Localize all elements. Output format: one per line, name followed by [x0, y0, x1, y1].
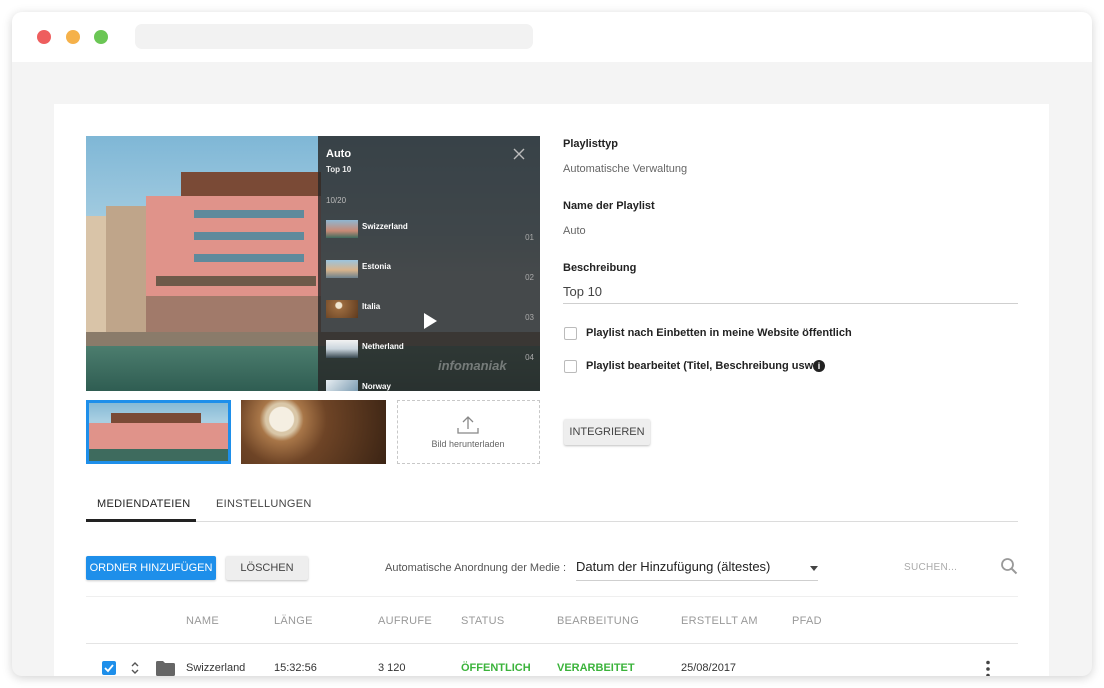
playlist-name-value: Auto — [563, 225, 586, 237]
overlay-item-thumbnail — [326, 300, 358, 318]
public-embed-checkbox[interactable] — [564, 327, 577, 340]
sort-select[interactable]: Datum der Hinzufügung (ältestes) — [576, 555, 818, 581]
column-header-name[interactable]: NAME — [186, 615, 219, 627]
playlist-name-label: Name der Playlist — [563, 200, 655, 212]
browser-window: Auto Top 10 10/20 Swizzerland 01 Estonia… — [12, 12, 1092, 676]
row-checkbox[interactable] — [102, 661, 116, 675]
cell-length: 15:32:56 — [274, 662, 317, 674]
sort-label: Automatische Anordnung der Medie : — [385, 562, 567, 574]
play-icon[interactable] — [422, 312, 438, 330]
overlay-item-thumbnail — [326, 380, 358, 391]
overlay-counter: 10/20 — [326, 196, 347, 205]
search-input[interactable]: SUCHEN... — [904, 562, 957, 573]
cell-processing: VERARBEITET — [557, 662, 635, 674]
overlay-item-number: 02 — [525, 273, 534, 282]
upload-image-area[interactable]: Bild herunterladen — [397, 400, 540, 464]
overlay-item-name: Norway — [362, 382, 391, 391]
maximize-window-button[interactable] — [94, 30, 108, 44]
table-header: NAME LÄNGE AUFRUFE STATUS BEARBEITUNG ER… — [86, 596, 1018, 644]
column-header-created[interactable]: ERSTELLT AM — [681, 615, 758, 627]
thumbnail-building — [89, 423, 228, 449]
poster-windows — [156, 276, 316, 286]
tab-media-files[interactable]: MEDIENDATEIEN — [97, 498, 191, 510]
cell-name[interactable]: Swizzerland — [186, 662, 245, 674]
overlay-title: Auto — [326, 148, 352, 160]
column-header-length[interactable]: LÄNGE — [274, 615, 313, 627]
more-options-icon[interactable] — [986, 660, 990, 676]
description-label: Beschreibung — [563, 262, 637, 274]
add-folder-button[interactable]: ORDNER HINZUFÜGEN — [86, 556, 216, 580]
delete-button[interactable]: LÖSCHEN — [226, 556, 308, 580]
overlay-item[interactable]: Swizzerland 01 — [326, 220, 534, 256]
address-bar[interactable] — [135, 24, 533, 49]
overlay-subtitle: Top 10 — [326, 165, 352, 174]
edited-label: Playlist bearbeitet (Titel, Beschreibung… — [586, 360, 820, 372]
edited-checkbox[interactable] — [564, 360, 577, 373]
overlay-item-name: Swizzerland — [362, 222, 408, 231]
poster-windows — [194, 210, 304, 218]
overlay-item-thumbnail — [326, 260, 358, 278]
poster-building — [146, 296, 321, 332]
column-header-status[interactable]: STATUS — [461, 615, 505, 627]
playlist-type-label: Playlisttyp — [563, 138, 619, 150]
column-header-processing[interactable]: BEARBEITUNG — [557, 615, 639, 627]
description-input[interactable]: Top 10 — [563, 284, 1018, 304]
caret-down-icon — [810, 566, 818, 571]
overlay-item[interactable]: Norway — [326, 380, 534, 391]
poster-windows — [194, 254, 304, 262]
playlist-card: Auto Top 10 10/20 Swizzerland 01 Estonia… — [54, 104, 1049, 676]
cell-views: 3 120 — [378, 662, 406, 674]
upload-label: Bild herunterladen — [431, 439, 505, 449]
thumbnail[interactable] — [241, 400, 386, 464]
cell-created: 25/08/2017 — [681, 662, 737, 674]
thumbnail-dome — [241, 400, 386, 464]
public-embed-label: Playlist nach Einbetten in meine Website… — [586, 327, 852, 339]
overlay-item-thumbnail — [326, 220, 358, 238]
close-icon[interactable] — [512, 147, 526, 161]
watermark-logo: infomaniak — [438, 358, 507, 373]
tab-settings[interactable]: EINSTELLUNGEN — [216, 498, 312, 510]
check-icon — [104, 664, 114, 673]
integrate-button[interactable]: INTEGRIEREN — [564, 419, 650, 445]
overlay-item-name: Netherland — [362, 342, 404, 351]
overlay-item[interactable]: Estonia 02 — [326, 260, 534, 296]
overlay-item-number: 01 — [525, 233, 534, 242]
cell-status: ÖFFENTLICH — [461, 662, 531, 674]
poster-building — [106, 206, 146, 336]
playlist-overlay: Auto Top 10 10/20 Swizzerland 01 Estonia… — [318, 136, 540, 391]
minimize-window-button[interactable] — [66, 30, 80, 44]
thumbnail-water — [89, 449, 228, 461]
close-window-button[interactable] — [37, 30, 51, 44]
browser-titlebar — [12, 12, 1092, 62]
info-icon[interactable]: i — [813, 360, 825, 372]
upload-icon — [457, 416, 479, 434]
overlay-item-thumbnail — [326, 340, 358, 358]
overlay-item-name: Italia — [362, 302, 381, 311]
overlay-item-number: 04 — [525, 353, 534, 362]
active-tab-indicator — [86, 519, 196, 522]
overlay-item-name: Estonia — [362, 262, 391, 271]
table-row[interactable]: Swizzerland 15:32:56 3 120 ÖFFENTLICH VE… — [86, 644, 1018, 676]
column-header-views[interactable]: AUFRUFE — [378, 615, 432, 627]
tab-bar: MEDIENDATEIEN EINSTELLUNGEN — [86, 496, 1018, 522]
sort-handle-icon[interactable] — [130, 660, 140, 676]
folder-icon — [156, 661, 175, 676]
column-header-path[interactable]: PFAD — [792, 615, 822, 627]
playlist-type-value: Automatische Verwaltung — [563, 163, 688, 175]
sort-select-value: Datum der Hinzufügung (ältestes) — [576, 559, 771, 574]
video-player[interactable]: Auto Top 10 10/20 Swizzerland 01 Estonia… — [86, 136, 540, 391]
overlay-item-number: 03 — [525, 313, 534, 322]
search-icon[interactable] — [1000, 557, 1018, 575]
poster-windows — [194, 232, 304, 240]
thumbnail-selected[interactable] — [86, 400, 231, 464]
